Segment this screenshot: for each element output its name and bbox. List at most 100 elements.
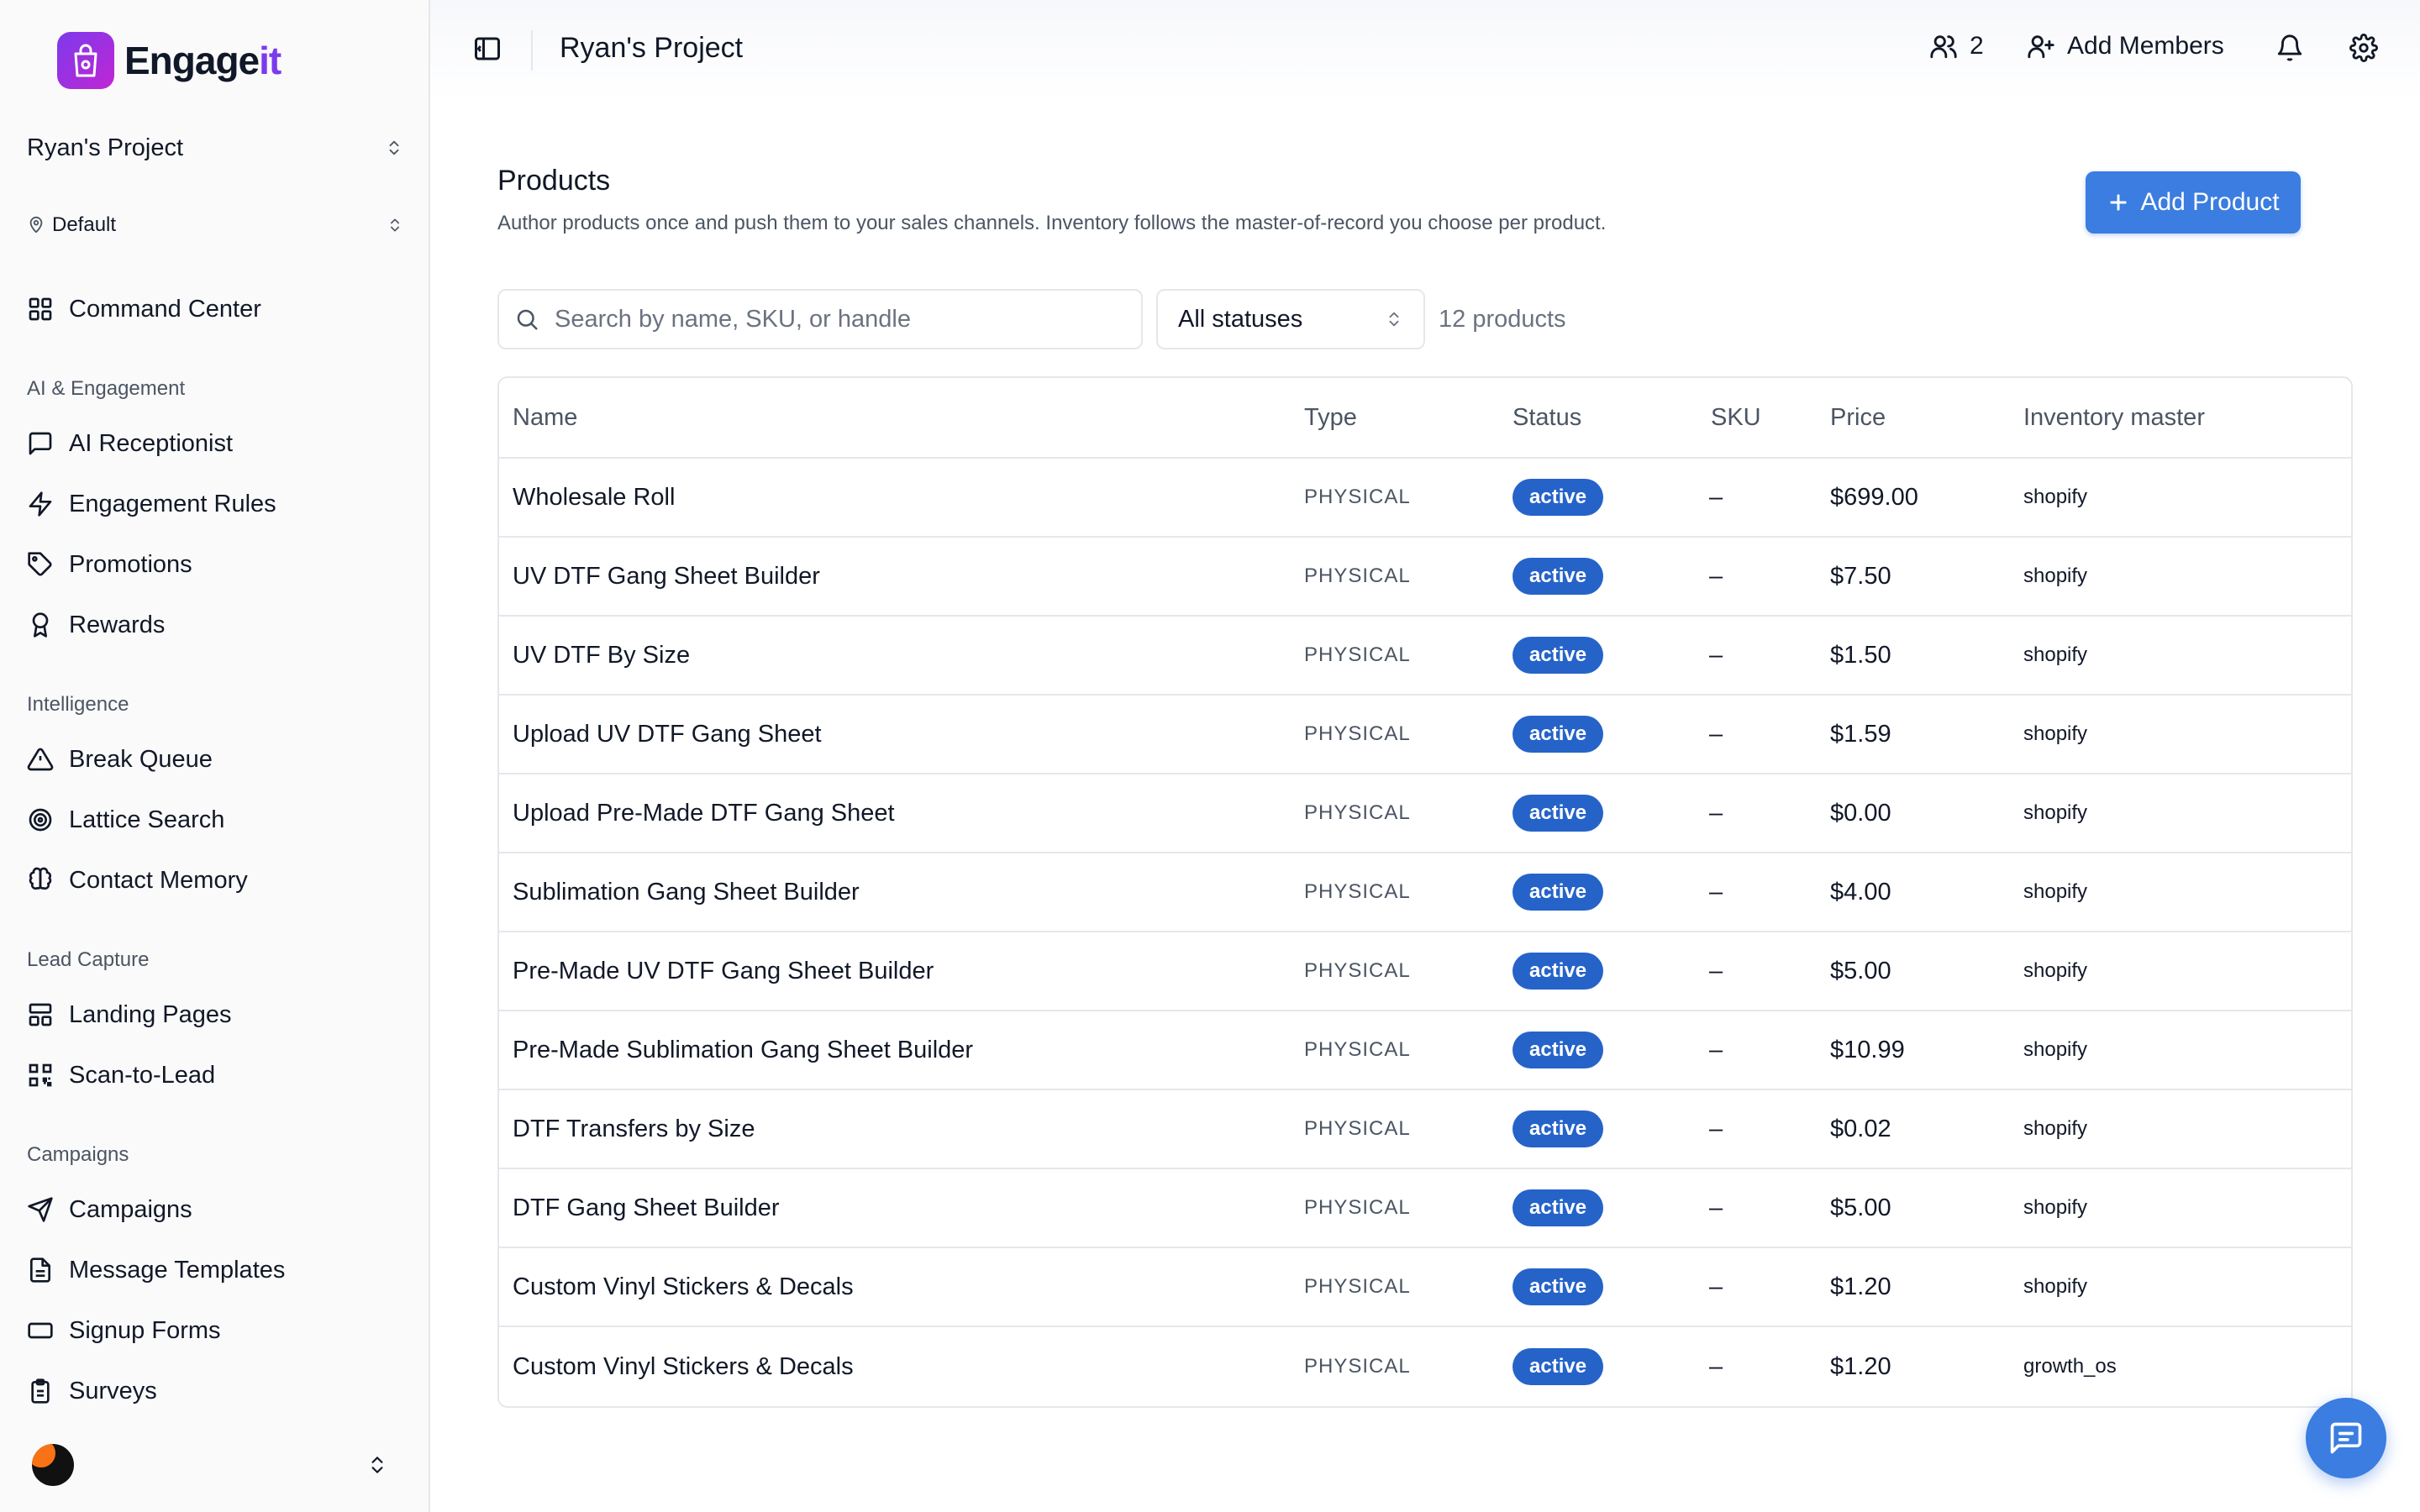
add-product-button[interactable]: Add Product xyxy=(2086,171,2301,234)
status-badge: active xyxy=(1512,716,1604,753)
layout-icon xyxy=(29,1003,52,1026)
qr-code-icon xyxy=(29,1063,52,1087)
column-header-sku[interactable]: SKU xyxy=(1711,378,1761,457)
table-row[interactable]: Custom Vinyl Stickers & Decals PHYSICAL … xyxy=(499,1248,2351,1327)
sidebar-item-signup-forms[interactable]: Signup Forms xyxy=(27,1307,405,1354)
table-row[interactable]: Sublimation Gang Sheet Builder PHYSICAL … xyxy=(499,853,2351,932)
status-cell: active xyxy=(1512,1090,1604,1168)
product-price: $1.50 xyxy=(1830,641,1891,669)
product-sku: – xyxy=(1709,1273,1723,1300)
table-row[interactable]: Wholesale Roll PHYSICAL active – $699.00… xyxy=(499,459,2351,538)
notifications-button[interactable] xyxy=(2275,34,2304,66)
status-badge: active xyxy=(1512,479,1604,516)
settings-button[interactable] xyxy=(2349,34,2378,66)
product-price: $5.00 xyxy=(1830,957,1891,984)
add-members-button[interactable]: Add Members xyxy=(2027,32,2224,60)
project-selector[interactable]: Ryan's Project xyxy=(27,128,403,168)
table-row[interactable]: Pre-Made Sublimation Gang Sheet Builder … xyxy=(499,1011,2351,1090)
table-row[interactable]: DTF Transfers by Size PHYSICAL active – … xyxy=(499,1090,2351,1169)
sidebar-item-break-queue[interactable]: Break Queue xyxy=(27,736,405,783)
sidebar-item-surveys[interactable]: Surveys xyxy=(27,1368,405,1415)
product-sku: – xyxy=(1709,799,1723,827)
gear-icon xyxy=(2349,34,2378,62)
column-header-type[interactable]: Type xyxy=(1304,378,1357,457)
product-name[interactable]: DTF Transfers by Size xyxy=(513,1090,755,1168)
plus-icon xyxy=(2110,194,2128,211)
product-name[interactable]: Sublimation Gang Sheet Builder xyxy=(513,853,860,931)
status-filter-select[interactable]: All statuses xyxy=(1156,289,1425,349)
sidebar-item-campaigns[interactable]: Campaigns xyxy=(27,1186,405,1233)
product-type: PHYSICAL xyxy=(1304,1038,1411,1061)
clipboard-icon xyxy=(31,1378,50,1404)
product-count: 12 products xyxy=(1439,306,1566,333)
product-name[interactable]: DTF Gang Sheet Builder xyxy=(513,1169,780,1247)
column-header-name[interactable]: Name xyxy=(513,378,577,457)
panel-left-icon xyxy=(475,37,500,60)
sidebar-item-promotions[interactable]: Promotions xyxy=(27,541,405,588)
column-header-price[interactable]: Price xyxy=(1830,378,1886,457)
status-badge: active xyxy=(1512,1348,1604,1385)
sidebar-item-rewards[interactable]: Rewards xyxy=(27,601,405,648)
product-price: $5.00 xyxy=(1830,1194,1891,1221)
table-row[interactable]: UV DTF Gang Sheet Builder PHYSICAL activ… xyxy=(499,538,2351,617)
chat-icon xyxy=(2330,1422,2362,1454)
sidebar-item-contact-memory[interactable]: Contact Memory xyxy=(27,857,405,904)
product-name[interactable]: Upload Pre-Made DTF Gang Sheet xyxy=(513,774,895,852)
sidebar-item-engagement-rules[interactable]: Engagement Rules xyxy=(27,480,405,528)
product-type: PHYSICAL xyxy=(1304,1275,1411,1298)
sidebar-item-ai-receptionist[interactable]: AI Receptionist xyxy=(27,420,405,467)
product-sku: – xyxy=(1709,641,1723,669)
product-name[interactable]: Upload UV DTF Gang Sheet xyxy=(513,696,822,773)
search-box[interactable] xyxy=(497,289,1143,349)
product-price: $699.00 xyxy=(1830,483,1918,511)
sidebar-item-scan-to-lead[interactable]: Scan-to-Lead xyxy=(27,1052,405,1099)
sidebar-item-lattice-search[interactable]: Lattice Search xyxy=(27,796,405,843)
sidebar-item-message-templates[interactable]: Message Templates xyxy=(27,1247,405,1294)
users-icon xyxy=(1930,35,1957,59)
table-row[interactable]: Upload Pre-Made DTF Gang Sheet PHYSICAL … xyxy=(499,774,2351,853)
product-name[interactable]: Custom Vinyl Stickers & Decals xyxy=(513,1327,854,1406)
project-title: Ryan's Project xyxy=(560,32,744,64)
status-badge: active xyxy=(1512,1189,1604,1226)
message-square-icon xyxy=(29,432,52,455)
inventory-master: shopify xyxy=(2023,1196,2088,1219)
product-name[interactable]: Pre-Made UV DTF Gang Sheet Builder xyxy=(513,932,934,1010)
status-cell: active xyxy=(1512,774,1604,852)
table-row[interactable]: UV DTF By Size PHYSICAL active – $1.50 s… xyxy=(499,617,2351,696)
file-text-icon xyxy=(30,1257,50,1283)
sidebar: Engageit Ryan's Project Default Command … xyxy=(0,0,430,1512)
inventory-master: shopify xyxy=(2023,643,2088,666)
product-name[interactable]: Pre-Made Sublimation Gang Sheet Builder xyxy=(513,1011,973,1089)
product-name[interactable]: UV DTF By Size xyxy=(513,617,690,694)
product-sku: – xyxy=(1709,562,1723,590)
environment-selector[interactable]: Default xyxy=(27,207,403,244)
product-name[interactable]: UV DTF Gang Sheet Builder xyxy=(513,538,820,615)
sidebar-toggle-button[interactable] xyxy=(472,34,502,68)
search-input[interactable] xyxy=(555,305,1109,333)
table-row[interactable]: Upload UV DTF Gang Sheet PHYSICAL active… xyxy=(499,696,2351,774)
product-name[interactable]: Wholesale Roll xyxy=(513,459,675,536)
members-count-button[interactable]: 2 xyxy=(1929,32,1984,60)
user-plus-icon xyxy=(2028,35,2054,59)
sidebar-item-command-center[interactable]: Command Center xyxy=(27,286,405,333)
brain-icon xyxy=(29,867,52,890)
column-header-status[interactable]: Status xyxy=(1512,378,1581,457)
user-menu[interactable] xyxy=(32,1443,388,1487)
avatar xyxy=(32,1444,74,1486)
table-row[interactable]: DTF Gang Sheet Builder PHYSICAL active –… xyxy=(499,1169,2351,1248)
table-row[interactable]: Pre-Made UV DTF Gang Sheet Builder PHYSI… xyxy=(499,932,2351,1011)
status-cell: active xyxy=(1512,617,1604,694)
sidebar-item-landing-pages[interactable]: Landing Pages xyxy=(27,991,405,1038)
tag-icon xyxy=(28,552,52,576)
page-title: Products xyxy=(497,165,611,197)
product-price: $1.20 xyxy=(1830,1273,1891,1300)
chat-support-button[interactable] xyxy=(2306,1398,2386,1478)
table-header: Name Type Status SKU Price Inventory mas… xyxy=(499,378,2351,459)
chevrons-up-down-icon xyxy=(389,140,399,155)
table-row[interactable]: Custom Vinyl Stickers & Decals PHYSICAL … xyxy=(499,1327,2351,1406)
product-name[interactable]: Custom Vinyl Stickers & Decals xyxy=(513,1248,854,1326)
product-type: PHYSICAL xyxy=(1304,959,1411,982)
column-header-inventory-master[interactable]: Inventory master xyxy=(2023,378,2205,457)
brand-logo[interactable]: Engageit xyxy=(57,32,281,89)
map-pin-icon xyxy=(29,216,43,234)
